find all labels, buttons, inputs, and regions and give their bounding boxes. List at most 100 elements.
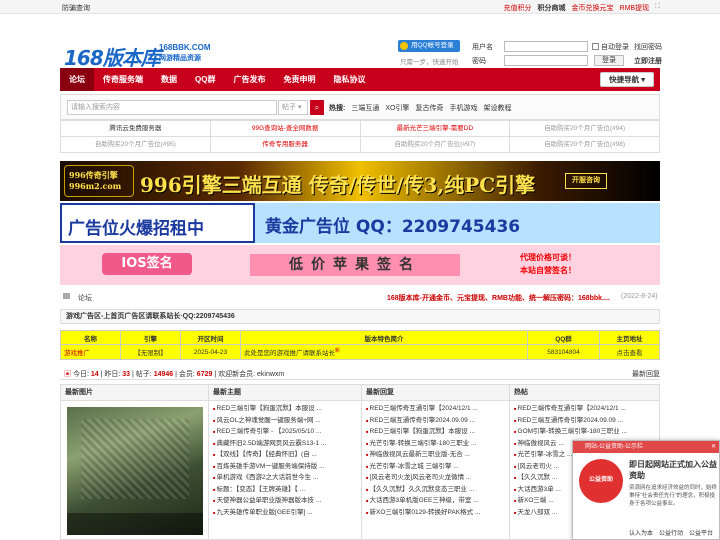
- new-member-name[interactable]: ekinwxm: [257, 371, 284, 378]
- col-title: 最新图片: [61, 385, 208, 401]
- nav-disclaimer[interactable]: 免责申明: [274, 68, 324, 91]
- home-icon[interactable]: [63, 293, 70, 299]
- text-ad[interactable]: 自助购买20个月广告位(#94): [510, 121, 660, 136]
- latest-images: 最新图片: [61, 385, 209, 539]
- nav-privacy[interactable]: 隐私协议: [324, 68, 374, 91]
- list-item[interactable]: RED三端互通传奇引擎2024.09.09 ...: [366, 415, 505, 427]
- popup-link[interactable]: 公益行动: [659, 528, 683, 537]
- search-type-label: 帖子: [282, 104, 296, 111]
- charity-popup: 网站-公益资助-公示栏 ✕ 公益资助 即日起网站正式加入公益资助 资源网在追求经济…: [572, 440, 720, 540]
- auto-login-checkbox[interactable]: [592, 43, 599, 50]
- anti-fraud-link[interactable]: 防骗查询: [62, 3, 90, 13]
- list-item[interactable]: 光芒引擎-转换三端引擎-180三职业 ...: [366, 438, 505, 450]
- list-item[interactable]: 天使神器公益单职业版神器版本技 ...: [213, 495, 357, 507]
- text-ad[interactable]: 自助购买20个月广告位(#95): [61, 137, 211, 152]
- recharge-link[interactable]: 充值积分: [504, 3, 532, 13]
- logo-url: 168BBK.COM: [159, 43, 211, 52]
- search-icon[interactable]: ⌕: [310, 100, 324, 115]
- exchange-link[interactable]: 金币兑换元宝: [572, 3, 614, 13]
- list-item[interactable]: RED三端传奇引擎 - 【2025/05/10 ...: [213, 426, 357, 438]
- list-item[interactable]: 风云OL之神魂觉醒一键服务端+网 ...: [213, 415, 357, 427]
- register-link[interactable]: 立即注册: [634, 56, 662, 66]
- list-item[interactable]: GOM引擎-转换三端引擎-180三职业 ...: [514, 426, 655, 438]
- latest-replies: 最新回复 RED三端传奇互通引擎【2024/12/1 ... RED三端互通传奇…: [362, 385, 510, 539]
- cell-link[interactable]: 点击查看: [599, 344, 660, 360]
- quick-nav-button[interactable]: 快捷导航 ▾: [600, 72, 654, 87]
- hot-item[interactable]: 复古传奇: [415, 103, 443, 113]
- cell-intro-text: 此处是您的游戏推广请联系站长: [244, 350, 335, 358]
- search-type-select[interactable]: 帖子 ▾: [278, 100, 308, 115]
- list-item[interactable]: RED三端互通传奇引擎2024.09.09 ...: [514, 415, 655, 427]
- game-screenshot[interactable]: [67, 407, 203, 535]
- banner-996-engine[interactable]: 996传奇引擎 996m2.com 996引擎三端互通 传奇/传世/传3,纯PC…: [60, 161, 660, 201]
- col-header: 版本特色简介: [240, 330, 528, 345]
- hot-searches: 热搜: 三端互通 XO引擎 复古传奇 手机游戏 架设教程: [329, 103, 511, 113]
- list-item[interactable]: RED三端引擎【狗蛋沉默】本服设 ...: [366, 426, 505, 438]
- list-item[interactable]: 百炼英雄手游VM一键服务端保持版 ...: [213, 461, 357, 473]
- qq-icon: [400, 42, 408, 50]
- login-button[interactable]: 登录: [594, 55, 624, 66]
- text-ad[interactable]: 腾讯云免费服务器: [61, 121, 211, 136]
- list-item[interactable]: 单机游戏《西游2之大话前世今生 ...: [213, 472, 357, 484]
- hot-item[interactable]: 三端互通: [351, 103, 379, 113]
- new-member-label: 欢迎新会员:: [218, 371, 256, 378]
- text-ad[interactable]: 传奇专用服务器: [211, 137, 361, 152]
- members-count: 6729: [196, 371, 213, 378]
- list-item[interactable]: RED三端引擎【狗蛋沉默】本服设 ...: [213, 403, 357, 415]
- text-ad[interactable]: 99G查询站-查全网数据: [211, 121, 361, 136]
- posts-count: 14946: [153, 371, 174, 378]
- popup-desc: 资源网在追求经济效益的同时，始终秉持“社会责任先行”的理念，积极投身于各项公益事…: [629, 485, 718, 507]
- cell-name[interactable]: 游戏推广: [60, 344, 121, 360]
- site-logo[interactable]: 168版本库 168BBK.COM 网游精品资源: [64, 38, 211, 70]
- expand-icon[interactable]: ⛶: [655, 3, 660, 13]
- text-ad[interactable]: 自助购买20个月广告位(#98): [510, 137, 660, 152]
- popup-link[interactable]: 公益平台: [689, 528, 713, 537]
- nav-ads[interactable]: 广告发布: [224, 68, 274, 91]
- qq-login-button[interactable]: 用QQ帐号登录: [398, 40, 460, 52]
- nav-data[interactable]: 数据: [152, 68, 186, 91]
- banner-ad-rent[interactable]: 广告位火爆招租中 黄金广告位 QQ：2209745436: [60, 203, 660, 243]
- list-item[interactable]: 神临傲视风云最新三职业版-无合 ...: [366, 449, 505, 461]
- list-item[interactable]: 新XO三端引擎0129-转换好PAK格式 ...: [366, 507, 505, 519]
- close-icon[interactable]: ✕: [711, 441, 716, 453]
- points-mall-link[interactable]: 积分商城: [538, 3, 566, 13]
- popup-link[interactable]: 认入为本: [629, 528, 653, 537]
- stats-text: ▣ 今日: 14 | 昨日: 33 | 帖子: 14946 | 会员: 6729…: [64, 371, 285, 378]
- col-title: 最新回复: [362, 385, 509, 401]
- col-header: 主页地址: [599, 330, 660, 345]
- nav-server[interactable]: 传奇服务端: [94, 68, 152, 91]
- breadcrumb-forum[interactable]: 论坛: [78, 293, 92, 303]
- hot-item[interactable]: 架设教程: [483, 103, 511, 113]
- withdraw-link[interactable]: RMB提现: [620, 3, 650, 13]
- password-input[interactable]: [504, 55, 588, 66]
- list-item[interactable]: 【久久沉默】久久沉默变态三职业 ...: [366, 484, 505, 496]
- list-item[interactable]: RED三端传奇互通引擎【2024/12/1 ...: [366, 403, 505, 415]
- list-item[interactable]: 光芒引擎-冰雪之城 三端引擎 ...: [366, 461, 505, 473]
- hot-item[interactable]: 手机游戏: [449, 103, 477, 113]
- username-input[interactable]: [504, 41, 588, 52]
- list-item[interactable]: 标题：【变态】【王牌英雄】【 ...: [213, 484, 357, 496]
- news-ticker[interactable]: 168版本库-开通金币、元宝提现、RMB功能、统一解压密码：168bbk....: [387, 293, 610, 303]
- breadcrumb: 论坛 168版本库-开通金币、元宝提现、RMB功能、统一解压密码：168bbk.…: [60, 290, 660, 304]
- text-ad[interactable]: 最新光芒三端引擎-需要DD: [361, 121, 511, 136]
- yesterday-count: 33: [122, 371, 131, 378]
- banner-996-button[interactable]: 开服咨询: [565, 173, 607, 189]
- nav-qq[interactable]: QQ群: [186, 68, 224, 91]
- nav-forum[interactable]: 论坛: [60, 68, 94, 91]
- table-row[interactable]: 游戏推广 【无限制】 2025-04-23 此处是您的游戏推广请联系站长新 58…: [60, 344, 660, 360]
- text-ad[interactable]: 自助购买20个月广告位(#97): [361, 137, 511, 152]
- list-item[interactable]: [风云老司火龙]风云老司火龙微情 ...: [366, 472, 505, 484]
- list-item[interactable]: 九天英雄传单职业版[GEE引擎] ...: [213, 507, 357, 519]
- list-item[interactable]: 大话西游3单机版GEE三神级，带室 ...: [366, 495, 505, 507]
- forum-title[interactable]: 游戏广告区-上首页广告区请联系站长·QQ:2209745436: [60, 309, 660, 324]
- col-title: 最新主题: [209, 385, 361, 401]
- list-item[interactable]: 【双线】【传奇】【经典怀旧】(自 ...: [213, 449, 357, 461]
- banner-ios-sign[interactable]: IOS签名 低价苹果签名 代理价格可谈！ 本站自营签名！: [60, 245, 660, 285]
- list-item[interactable]: RED三端传奇互通引擎【2024/12/1 ...: [514, 403, 655, 415]
- latest-reply-link[interactable]: 最新回复: [632, 369, 660, 379]
- forgot-password-link[interactable]: 找回密码: [634, 42, 662, 52]
- list-item[interactable]: 典藏怀旧2.5D端游网页风云霸S13-1 ...: [213, 438, 357, 450]
- search-input[interactable]: 请输入搜索内容: [67, 100, 277, 115]
- hot-item[interactable]: XO引擎: [385, 103, 409, 113]
- today-count: 14: [90, 371, 99, 378]
